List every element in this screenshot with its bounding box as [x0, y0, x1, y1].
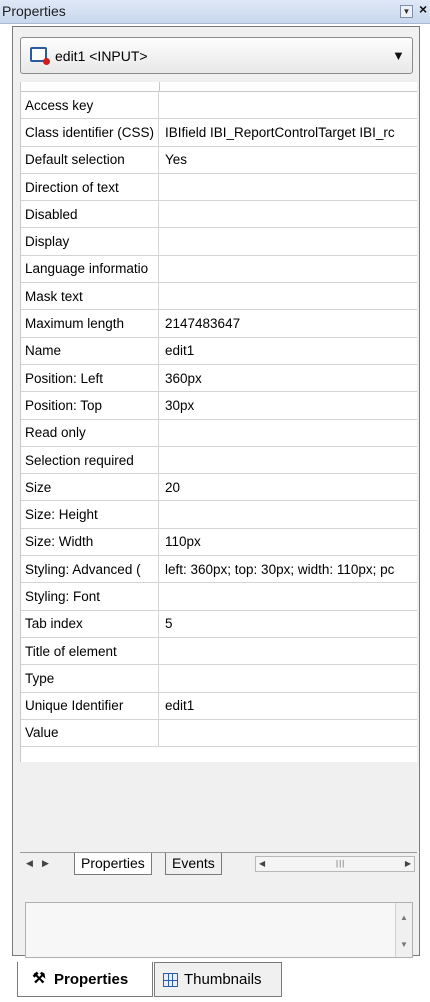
scroll-left-icon[interactable]: ◀	[259, 859, 265, 868]
property-value[interactable]: 20	[159, 480, 417, 495]
vertical-scrollbar[interactable]: ▲ ▼	[395, 903, 412, 957]
property-name: Mask text	[21, 283, 159, 310]
scroll-up-icon[interactable]: ▲	[400, 913, 408, 922]
property-row[interactable]: Selection required	[21, 446, 417, 475]
property-name: Size: Height	[21, 501, 159, 528]
property-value[interactable]: Yes	[159, 152, 417, 167]
property-row[interactable]: Unique Identifier edit1	[21, 692, 417, 720]
property-row[interactable]: Position: Top 30px	[21, 392, 417, 420]
bottom-tab-properties-label: Properties	[54, 970, 129, 988]
property-name: Position: Top	[21, 392, 159, 419]
property-value[interactable]: edit1	[159, 698, 417, 713]
property-name: Styling: Advanced (	[21, 556, 159, 583]
property-row[interactable]: Read only	[21, 419, 417, 447]
property-row[interactable]: Size 20	[21, 474, 417, 502]
property-name: Language informatio	[21, 255, 159, 283]
property-name: Display	[21, 228, 159, 255]
horizontal-scrollbar[interactable]: ◀ ||| ▶	[255, 856, 415, 872]
property-row[interactable]: Default selection Yes	[21, 146, 417, 174]
property-value[interactable]: 360px	[159, 371, 417, 386]
grid-header	[21, 82, 417, 92]
element-selector-value: edit1 <INPUT>	[55, 48, 148, 64]
tab-scroll-left-icon[interactable]: ◀	[26, 858, 33, 869]
property-row[interactable]: Disabled	[21, 201, 417, 229]
property-row[interactable]: Direction of text	[21, 173, 417, 202]
bottom-tab-properties[interactable]: ⚒ Properties	[17, 962, 153, 997]
tab-scroll-right-icon[interactable]: ▶	[42, 858, 49, 869]
description-box: ▲ ▼	[25, 902, 413, 958]
property-row[interactable]: Display	[21, 228, 417, 256]
property-value[interactable]: IBIfield IBI_ReportControlTarget IBI_rc	[159, 125, 417, 140]
property-name: Class identifier (CSS)	[21, 119, 159, 146]
property-name: Selection required	[21, 446, 159, 474]
property-name: Type	[21, 665, 159, 692]
property-row[interactable]: Type	[21, 665, 417, 693]
property-name: Size	[21, 474, 159, 501]
property-row[interactable]: Mask text	[21, 283, 417, 311]
property-name: Access key	[21, 92, 159, 119]
property-value[interactable]: edit1	[159, 343, 417, 358]
bottom-tab-thumbnails[interactable]: Thumbnails	[154, 962, 282, 997]
property-row[interactable]: Styling: Font	[21, 583, 417, 611]
property-name: Disabled	[21, 201, 159, 228]
property-name: Position: Left	[21, 364, 159, 392]
property-row[interactable]: Title of element	[21, 637, 417, 666]
scroll-right-icon[interactable]: ▶	[405, 859, 411, 868]
property-name: Default selection	[21, 146, 159, 173]
title-bar: Properties ▼ ×	[0, 0, 430, 24]
property-name: Styling: Font	[21, 583, 159, 610]
close-icon[interactable]: ×	[419, 1, 427, 17]
chevron-down-icon[interactable]: ▼	[392, 48, 405, 63]
bottom-tab-thumbnails-label: Thumbnails	[184, 971, 262, 988]
property-row[interactable]: Access key	[21, 92, 417, 120]
property-row[interactable]: Language informatio	[21, 255, 417, 284]
property-value[interactable]: 110px	[159, 534, 417, 549]
property-grid: Access key Class identifier (CSS) IBIfield…	[20, 82, 417, 762]
property-name: Value	[21, 719, 159, 747]
property-row[interactable]: Styling: Advanced (left: 360px; top: 30p…	[21, 556, 417, 584]
property-value[interactable]: 5	[159, 616, 417, 631]
input-element-icon	[30, 47, 50, 65]
property-name: Maximum length	[21, 310, 159, 337]
window-title: Properties	[2, 3, 66, 19]
property-row[interactable]: Tab index 5	[21, 610, 417, 638]
element-selector-combo[interactable]: edit1 <INPUT> ▼	[20, 37, 413, 74]
panel-tabstrip: ◀ ▶ Properties Events ◀ ||| ▶	[20, 852, 417, 877]
scroll-down-icon[interactable]: ▼	[400, 940, 408, 949]
property-row[interactable]: Size: Height	[21, 501, 417, 529]
bottom-tab-bar: ⚒ Properties Thumbnails	[0, 962, 430, 1002]
property-row[interactable]: Position: Left 360px	[21, 364, 417, 393]
property-name: Tab index	[21, 610, 159, 637]
window-menu-button[interactable]: ▼	[400, 5, 413, 18]
properties-icon: ⚒	[32, 970, 46, 987]
property-row[interactable]: Name edit1	[21, 337, 417, 365]
property-name: Read only	[21, 419, 159, 446]
property-row[interactable]: Maximum length 2147483647	[21, 310, 417, 338]
property-row[interactable]: Value	[21, 719, 417, 748]
scroll-thumb[interactable]: |||	[336, 859, 345, 868]
property-row[interactable]: Class identifier (CSS) IBIfield IBI_Repor…	[21, 119, 417, 147]
property-name: Unique Identifier	[21, 692, 159, 719]
property-name: Size: Width	[21, 528, 159, 556]
tab-properties[interactable]: Properties	[74, 853, 152, 875]
tab-events[interactable]: Events	[165, 853, 222, 875]
property-value[interactable]: left: 360px; top: 30px; width: 110px; pc	[159, 562, 417, 577]
thumbnails-icon	[163, 972, 178, 987]
property-value[interactable]: 30px	[159, 398, 417, 413]
property-name: Name	[21, 337, 159, 364]
property-name: Title of element	[21, 637, 159, 665]
property-value[interactable]: 2147483647	[159, 316, 417, 331]
property-name: Direction of text	[21, 173, 159, 201]
property-row[interactable]: Size: Width 110px	[21, 528, 417, 557]
